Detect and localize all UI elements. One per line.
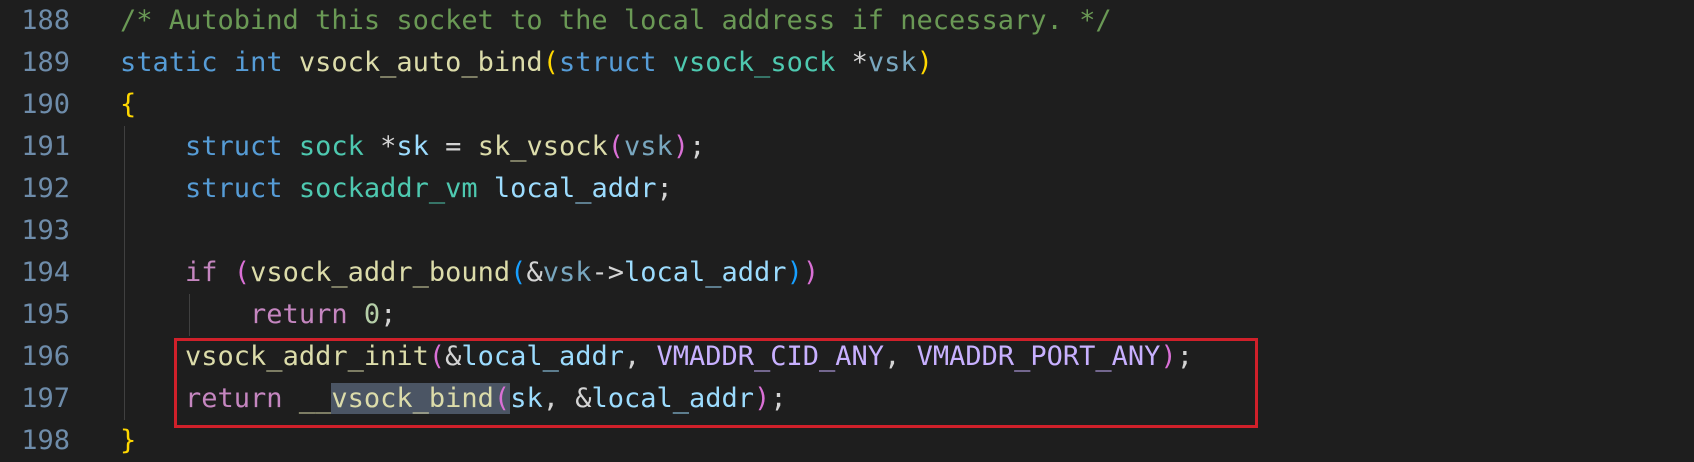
- code-token: (: [607, 131, 625, 162]
- code-token: vsock_auto_bind: [298, 47, 543, 78]
- line-number: 193: [21, 215, 70, 246]
- line-code: if (vsock_addr_bound(&vsk->local_addr)): [120, 252, 819, 294]
- code-token: struct: [185, 173, 283, 204]
- highlight-annotation-box: [174, 338, 1258, 428]
- code-token: if: [185, 257, 218, 288]
- code-token: vsk: [624, 131, 673, 162]
- code-token: vsock_sock: [672, 47, 836, 78]
- line-number: 190: [21, 89, 70, 120]
- code-token: vsock_addr_bound: [250, 257, 511, 288]
- code-token: (: [542, 47, 559, 78]
- code-token: return: [250, 299, 348, 330]
- line-number: 195: [21, 299, 70, 330]
- code-line[interactable]: 195 return 0;: [0, 294, 1694, 336]
- code-token: sk_vsock: [477, 131, 608, 162]
- code-token: =: [428, 131, 478, 162]
- code-token: vsk: [867, 47, 917, 78]
- line-number: 191: [21, 131, 70, 162]
- code-token: 0: [363, 299, 381, 330]
- code-token: &: [526, 257, 543, 288]
- code-token: ;: [689, 131, 706, 162]
- code-token: {: [120, 89, 137, 120]
- code-token: ;: [656, 173, 673, 204]
- code-line[interactable]: 191 struct sock *sk = sk_vsock(vsk);: [0, 126, 1694, 168]
- line-code: /* Autobind this socket to the local add…: [120, 0, 1112, 42]
- indent-guide-nested: [189, 294, 190, 336]
- code-token: sk: [396, 131, 429, 162]
- code-token: vsk: [542, 257, 592, 288]
- code-token: *: [851, 47, 868, 78]
- code-token: ): [672, 131, 690, 162]
- code-token: ->: [591, 257, 624, 288]
- code-token: sockaddr_vm: [298, 173, 478, 204]
- line-number: 192: [21, 173, 70, 204]
- line-code: {: [120, 84, 136, 126]
- code-line[interactable]: 194 if (vsock_addr_bound(&vsk->local_add…: [0, 252, 1694, 294]
- code-line[interactable]: 190 {: [0, 84, 1694, 126]
- line-code: struct sockaddr_vm local_addr;: [120, 168, 673, 210]
- code-token: ;: [380, 299, 397, 330]
- code-token: /* Autobind this socket to the local add…: [120, 5, 1112, 36]
- code-editor[interactable]: 188 /* Autobind this socket to the local …: [0, 0, 1694, 462]
- line-number: 196: [21, 341, 70, 372]
- code-token: (: [510, 257, 527, 288]
- code-token: struct: [558, 47, 657, 78]
- code-line[interactable]: 192 struct sockaddr_vm local_addr;: [0, 168, 1694, 210]
- code-token: ): [786, 257, 803, 288]
- line-code: static int vsock_auto_bind(struct vsock_…: [120, 42, 933, 84]
- line-number: 197: [21, 383, 70, 414]
- line-number: 194: [21, 257, 70, 288]
- line-code: struct sock *sk = sk_vsock(vsk);: [120, 126, 705, 168]
- line-code: return 0;: [120, 294, 396, 336]
- code-token: int: [233, 47, 283, 78]
- line-number: 188: [21, 5, 70, 36]
- code-token: local_addr: [624, 257, 787, 288]
- code-token: ): [916, 47, 933, 78]
- code-token: struct: [185, 131, 283, 162]
- code-token: }: [120, 425, 137, 456]
- code-line[interactable]: 193: [0, 210, 1694, 252]
- code-token: local_addr: [493, 173, 657, 204]
- code-token: ): [802, 257, 820, 288]
- code-token: static: [120, 47, 218, 78]
- code-token: sock: [298, 131, 364, 162]
- code-token: (: [233, 257, 251, 288]
- line-number: 189: [21, 47, 70, 78]
- code-token: *: [380, 131, 397, 162]
- line-number: 198: [21, 425, 70, 456]
- code-line[interactable]: 188 /* Autobind this socket to the local …: [0, 0, 1694, 42]
- code-line[interactable]: 189 static int vsock_auto_bind(struct vso…: [0, 42, 1694, 84]
- indent-guide: [124, 126, 125, 420]
- line-code: }: [120, 420, 136, 462]
